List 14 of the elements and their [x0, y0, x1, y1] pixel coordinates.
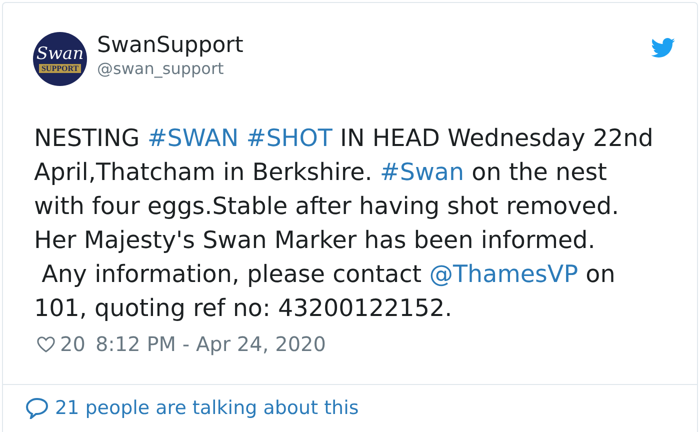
hashtag-link[interactable]: #Swan	[380, 158, 464, 186]
avatar[interactable]: Swan SUPPORT	[33, 32, 87, 86]
timestamp[interactable]: 8:12 PM - Apr 24, 2020	[95, 332, 326, 356]
like-count: 20	[60, 332, 86, 356]
conversation-link[interactable]: 21 people are talking about this	[55, 397, 359, 419]
hashtag-link[interactable]: #SWAN	[147, 124, 239, 152]
bird-icon[interactable]	[651, 38, 675, 58]
hashtag-link[interactable]: @ThamesVP	[429, 260, 578, 288]
speech-bubble-icon[interactable]	[25, 397, 49, 419]
tweet-text: NESTING #SWAN #SHOT IN HEAD Wednesday 22nd April,Thatcham in Berkshire. #Swan on the nest with four eggs.Stable after having shot removed. Her Majesty's Swan Marker has been informed. Any information, please contact @ThamesVP on 101, quoting ref no: 43200122152.	[33, 123, 654, 324]
heart-icon[interactable]	[36, 334, 56, 354]
hashtag-link[interactable]: #SHOT	[246, 124, 332, 152]
author-name[interactable]: SwanSupport	[97, 32, 641, 58]
author-handle[interactable]: @swan_support	[97, 58, 641, 78]
